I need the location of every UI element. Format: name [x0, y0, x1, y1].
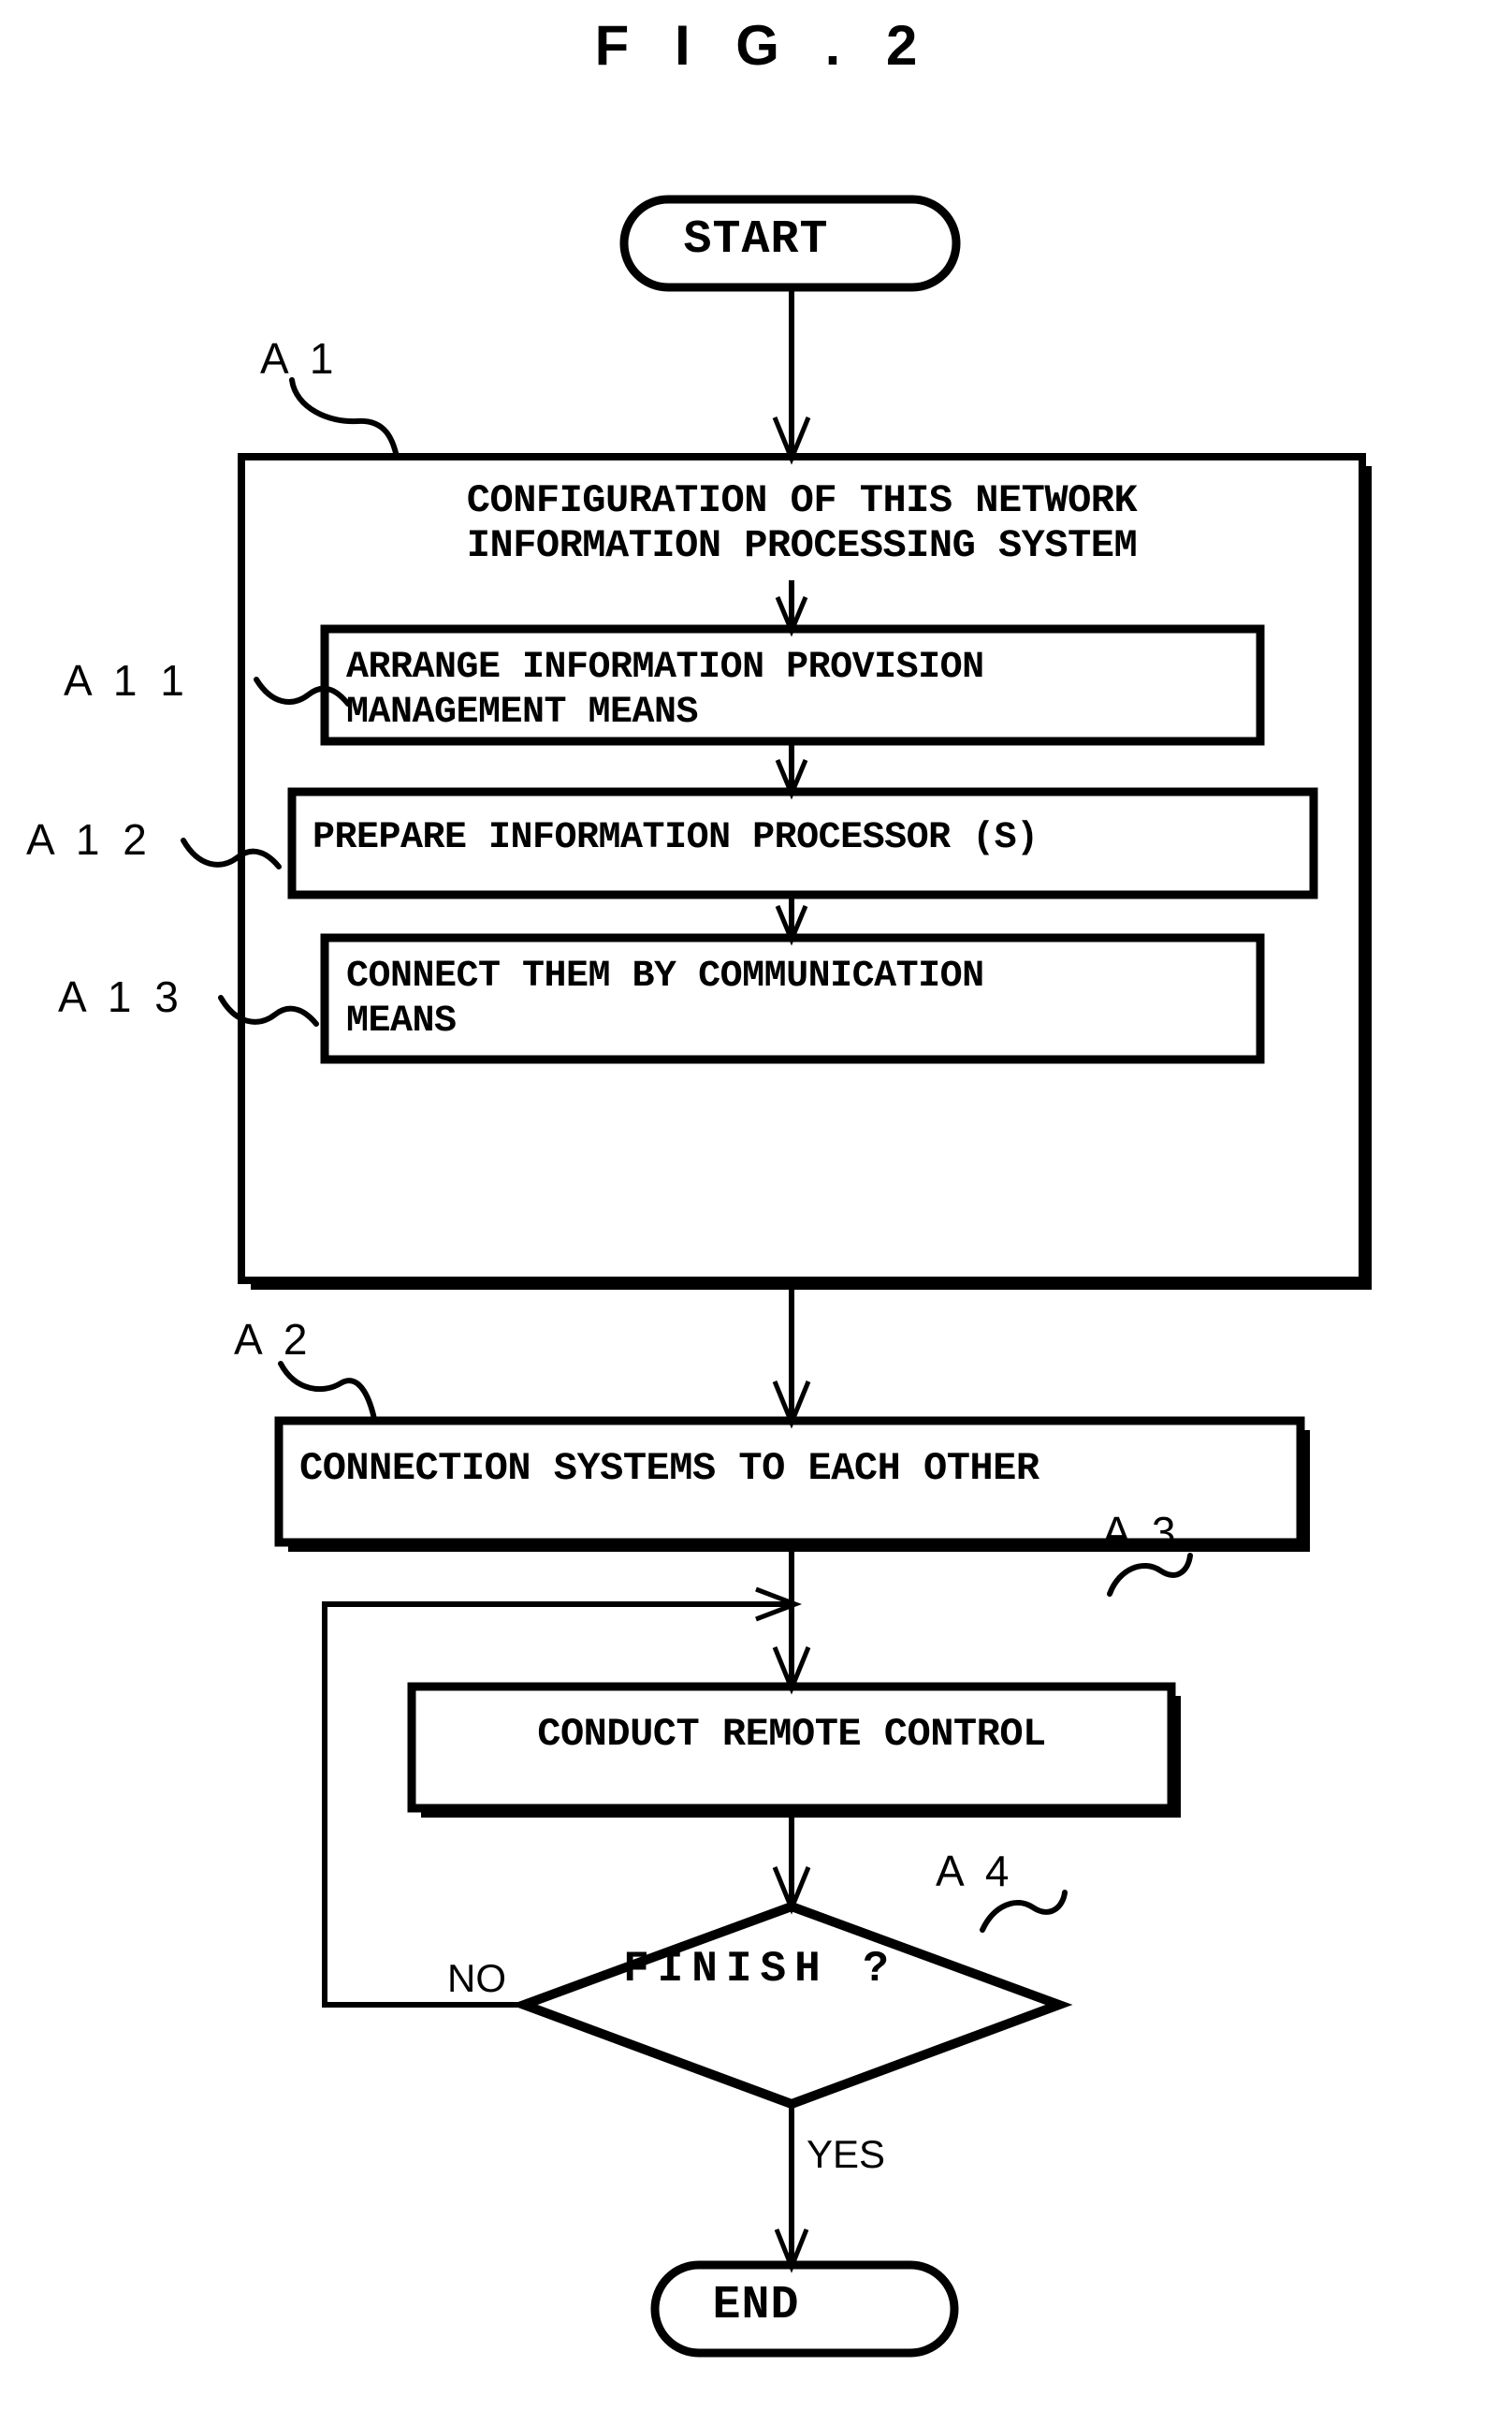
leader-a2	[278, 1361, 377, 1422]
reference-leader-lines	[181, 377, 1193, 1933]
connector-no-loop	[322, 1586, 803, 2008]
decision-a4-diamond	[510, 1901, 1073, 2110]
step-a13-line2: MEANS	[346, 1001, 457, 1043]
step-a3-label: CONDUCT REMOTE CONTROL	[537, 1712, 1046, 1757]
connector-a2-to-a3	[772, 1542, 811, 1695]
group-a1-heading-line1: CONFIGURATION OF THIS NETWORK	[466, 478, 1138, 523]
connector-heading-to-a11	[775, 580, 808, 637]
leader-a13	[218, 995, 319, 1027]
step-a11-line2: MANAGEMENT MEANS	[346, 692, 699, 734]
figure-title: F I G . 2	[594, 14, 933, 77]
connector-a12-to-a13	[775, 895, 808, 946]
connector-a11-to-a12	[775, 741, 808, 800]
ref-label-a2: A 2	[234, 1315, 313, 1364]
decision-a4-label: FINISH ?	[623, 1945, 897, 1994]
step-a11-line1: ARRANGE INFORMATION PROVISION	[346, 647, 984, 689]
group-a1-heading-line2: INFORMATION PROCESSING SYSTEM	[466, 523, 1138, 568]
step-a12-line1: PREPARE INFORMATION PROCESSOR (S)	[313, 817, 1039, 859]
ref-label-a1: A 1	[260, 334, 340, 383]
flowchart-graphics	[181, 195, 1372, 2358]
leader-a12	[181, 838, 282, 869]
branch-yes-label: YES	[807, 2132, 886, 2176]
branch-no-label: NO	[447, 1956, 506, 2000]
leader-a3	[1107, 1553, 1193, 1597]
end-label: END	[712, 2279, 800, 2332]
ref-label-a4: A 4	[936, 1847, 1015, 1895]
leader-a1	[289, 377, 400, 460]
ref-label-a11: A 1 1	[64, 656, 190, 705]
connector-start-to-a1	[772, 287, 811, 465]
step-a13-line1: CONNECT THEM BY COMMUNICATION	[346, 956, 984, 998]
ref-label-a12: A 1 2	[26, 815, 153, 864]
group-a1-box	[238, 453, 1366, 1284]
ref-label-a3: A 3	[1102, 1508, 1182, 1556]
start-label: START	[683, 213, 829, 267]
leader-a11	[254, 677, 351, 707]
step-a2-label: CONNECTION SYSTEMS TO EACH OTHER	[299, 1446, 1040, 1491]
ref-label-a13: A 1 3	[58, 972, 184, 1021]
connector-a3-to-a4	[772, 1808, 811, 1915]
connector-a1-to-a2	[772, 1280, 811, 1429]
leader-a4	[980, 1890, 1068, 1933]
connector-yes-to-end	[774, 2104, 809, 2273]
figure-canvas: F I G . 2 START CONFIGURATION OF THIS NE…	[0, 0, 1512, 2425]
